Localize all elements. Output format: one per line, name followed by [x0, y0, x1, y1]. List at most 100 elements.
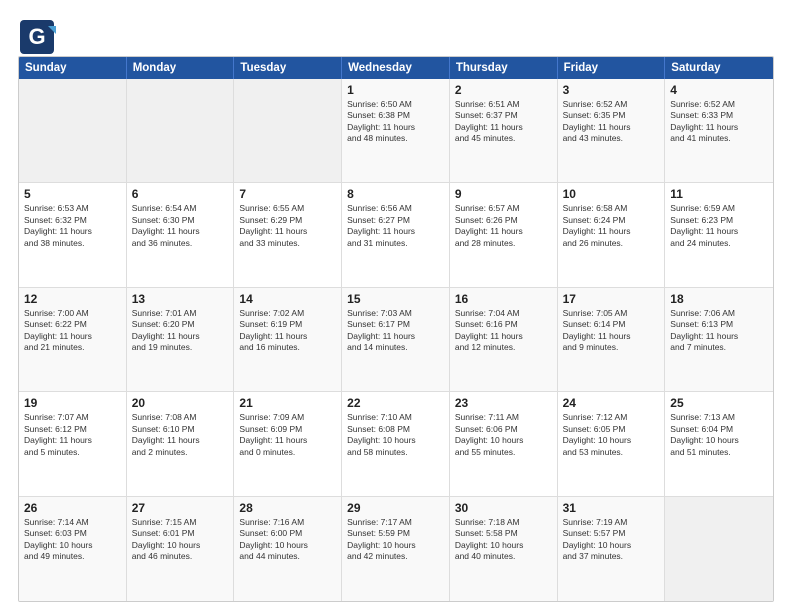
day-cell-1: 1 Sunrise: 6:50 AM Sunset: 6:38 PM Daylig… [342, 79, 450, 182]
day-number: 25 [670, 396, 768, 410]
day-info: Sunrise: 7:10 AM Sunset: 6:08 PM Dayligh… [347, 412, 444, 458]
day-cell-empty [127, 79, 235, 182]
day-cell-16: 16 Sunrise: 7:04 AM Sunset: 6:16 PM Dayli… [450, 288, 558, 391]
day-info: Sunrise: 7:18 AM Sunset: 5:58 PM Dayligh… [455, 517, 552, 563]
day-info: Sunrise: 7:19 AM Sunset: 5:57 PM Dayligh… [563, 517, 660, 563]
day-number: 10 [563, 187, 660, 201]
day-info: Sunrise: 6:56 AM Sunset: 6:27 PM Dayligh… [347, 203, 444, 249]
day-info: Sunrise: 7:08 AM Sunset: 6:10 PM Dayligh… [132, 412, 229, 458]
day-info: Sunrise: 6:51 AM Sunset: 6:37 PM Dayligh… [455, 99, 552, 145]
day-info: Sunrise: 7:05 AM Sunset: 6:14 PM Dayligh… [563, 308, 660, 354]
day-cell-11: 11 Sunrise: 6:59 AM Sunset: 6:23 PM Dayli… [665, 183, 773, 286]
day-info: Sunrise: 6:50 AM Sunset: 6:38 PM Dayligh… [347, 99, 444, 145]
day-info: Sunrise: 7:06 AM Sunset: 6:13 PM Dayligh… [670, 308, 768, 354]
day-cell-21: 21Sunrise: 7:09 AM Sunset: 6:09 PM Dayli… [234, 392, 342, 495]
day-cell-14: 14 Sunrise: 7:02 AM Sunset: 6:19 PM Dayli… [234, 288, 342, 391]
day-info: Sunrise: 7:13 AM Sunset: 6:04 PM Dayligh… [670, 412, 768, 458]
day-info: Sunrise: 7:16 AM Sunset: 6:00 PM Dayligh… [239, 517, 336, 563]
day-number: 15 [347, 292, 444, 306]
day-header-friday: Friday [558, 57, 666, 79]
week-row-1: 1 Sunrise: 6:50 AM Sunset: 6:38 PM Daylig… [19, 79, 773, 183]
day-number: 24 [563, 396, 660, 410]
day-info: Sunrise: 6:52 AM Sunset: 6:35 PM Dayligh… [563, 99, 660, 145]
day-number: 9 [455, 187, 552, 201]
day-header-wednesday: Wednesday [342, 57, 450, 79]
day-number: 22 [347, 396, 444, 410]
day-info: Sunrise: 7:15 AM Sunset: 6:01 PM Dayligh… [132, 517, 229, 563]
day-info: Sunrise: 7:14 AM Sunset: 6:03 PM Dayligh… [24, 517, 121, 563]
day-info: Sunrise: 7:17 AM Sunset: 5:59 PM Dayligh… [347, 517, 444, 563]
day-cell-23: 23 Sunrise: 7:11 AM Sunset: 6:06 PM Dayli… [450, 392, 558, 495]
day-cell-25: 25 Sunrise: 7:13 AM Sunset: 6:04 PM Dayli… [665, 392, 773, 495]
day-info: Sunrise: 7:07 AM Sunset: 6:12 PM Dayligh… [24, 412, 121, 458]
day-info: Sunrise: 7:00 AM Sunset: 6:22 PM Dayligh… [24, 308, 121, 354]
day-number: 27 [132, 501, 229, 515]
day-header-tuesday: Tuesday [234, 57, 342, 79]
day-info: Sunrise: 6:52 AM Sunset: 6:33 PM Dayligh… [670, 99, 768, 145]
day-number: 31 [563, 501, 660, 515]
day-number: 21 [239, 396, 336, 410]
day-cell-30: 30 Sunrise: 7:18 AM Sunset: 5:58 PM Dayli… [450, 497, 558, 601]
day-cell-empty [19, 79, 127, 182]
day-info: Sunrise: 7:02 AM Sunset: 6:19 PM Dayligh… [239, 308, 336, 354]
week-row-5: 26 Sunrise: 7:14 AM Sunset: 6:03 PM Dayli… [19, 497, 773, 601]
day-info: Sunrise: 6:59 AM Sunset: 6:23 PM Dayligh… [670, 203, 768, 249]
day-cell-29: 29 Sunrise: 7:17 AM Sunset: 5:59 PM Dayli… [342, 497, 450, 601]
day-cell-20: 20Sunrise: 7:08 AM Sunset: 6:10 PM Dayli… [127, 392, 235, 495]
day-header-thursday: Thursday [450, 57, 558, 79]
day-number: 30 [455, 501, 552, 515]
day-number: 2 [455, 83, 552, 97]
day-number: 14 [239, 292, 336, 306]
day-cell-empty [665, 497, 773, 601]
day-number: 26 [24, 501, 121, 515]
day-cell-empty [234, 79, 342, 182]
day-number: 18 [670, 292, 768, 306]
week-row-4: 19 Sunrise: 7:07 AM Sunset: 6:12 PM Dayli… [19, 392, 773, 496]
day-cell-15: 15 Sunrise: 7:03 AM Sunset: 6:17 PM Dayli… [342, 288, 450, 391]
day-cell-12: 12 Sunrise: 7:00 AM Sunset: 6:22 PM Dayli… [19, 288, 127, 391]
day-number: 19 [24, 396, 121, 410]
day-number: 29 [347, 501, 444, 515]
day-info: Sunrise: 7:04 AM Sunset: 6:16 PM Dayligh… [455, 308, 552, 354]
day-cell-5: 5Sunrise: 6:53 AM Sunset: 6:32 PM Daylig… [19, 183, 127, 286]
day-info: Sunrise: 6:57 AM Sunset: 6:26 PM Dayligh… [455, 203, 552, 249]
day-number: 6 [132, 187, 229, 201]
day-cell-26: 26 Sunrise: 7:14 AM Sunset: 6:03 PM Dayli… [19, 497, 127, 601]
svg-text:G: G [28, 24, 45, 49]
day-number: 7 [239, 187, 336, 201]
day-number: 12 [24, 292, 121, 306]
day-cell-2: 2 Sunrise: 6:51 AM Sunset: 6:37 PM Daylig… [450, 79, 558, 182]
day-info: Sunrise: 6:55 AM Sunset: 6:29 PM Dayligh… [239, 203, 336, 249]
day-info: Sunrise: 6:54 AM Sunset: 6:30 PM Dayligh… [132, 203, 229, 249]
day-number: 3 [563, 83, 660, 97]
day-header-saturday: Saturday [665, 57, 773, 79]
day-cell-24: 24 Sunrise: 7:12 AM Sunset: 6:05 PM Dayli… [558, 392, 666, 495]
calendar: SundayMondayTuesdayWednesdayThursdayFrid… [18, 56, 774, 602]
day-number: 1 [347, 83, 444, 97]
week-row-3: 12 Sunrise: 7:00 AM Sunset: 6:22 PM Dayli… [19, 288, 773, 392]
day-number: 8 [347, 187, 444, 201]
day-info: Sunrise: 7:03 AM Sunset: 6:17 PM Dayligh… [347, 308, 444, 354]
page-header: G [18, 18, 774, 46]
week-row-2: 5Sunrise: 6:53 AM Sunset: 6:32 PM Daylig… [19, 183, 773, 287]
calendar-body: 1 Sunrise: 6:50 AM Sunset: 6:38 PM Daylig… [19, 79, 773, 601]
day-cell-22: 22 Sunrise: 7:10 AM Sunset: 6:08 PM Dayli… [342, 392, 450, 495]
calendar-header: SundayMondayTuesdayWednesdayThursdayFrid… [19, 57, 773, 79]
day-number: 23 [455, 396, 552, 410]
day-number: 13 [132, 292, 229, 306]
day-cell-7: 7 Sunrise: 6:55 AM Sunset: 6:29 PM Daylig… [234, 183, 342, 286]
day-number: 11 [670, 187, 768, 201]
day-cell-4: 4Sunrise: 6:52 AM Sunset: 6:33 PM Daylig… [665, 79, 773, 182]
day-cell-27: 27 Sunrise: 7:15 AM Sunset: 6:01 PM Dayli… [127, 497, 235, 601]
day-info: Sunrise: 7:11 AM Sunset: 6:06 PM Dayligh… [455, 412, 552, 458]
day-number: 17 [563, 292, 660, 306]
day-number: 28 [239, 501, 336, 515]
day-cell-18: 18 Sunrise: 7:06 AM Sunset: 6:13 PM Dayli… [665, 288, 773, 391]
day-cell-17: 17 Sunrise: 7:05 AM Sunset: 6:14 PM Dayli… [558, 288, 666, 391]
day-header-sunday: Sunday [19, 57, 127, 79]
day-number: 16 [455, 292, 552, 306]
day-header-monday: Monday [127, 57, 235, 79]
day-cell-31: 31 Sunrise: 7:19 AM Sunset: 5:57 PM Dayli… [558, 497, 666, 601]
day-info: Sunrise: 7:12 AM Sunset: 6:05 PM Dayligh… [563, 412, 660, 458]
day-cell-13: 13Sunrise: 7:01 AM Sunset: 6:20 PM Dayli… [127, 288, 235, 391]
